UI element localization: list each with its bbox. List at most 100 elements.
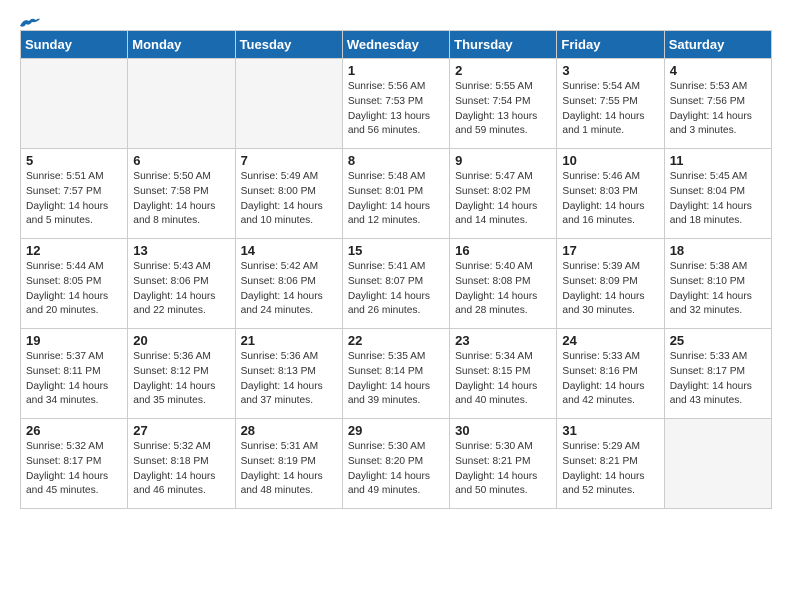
calendar-cell: 9 Sunrise: 5:47 AM Sunset: 8:02 PM Daylig… xyxy=(450,149,557,239)
day-number: 26 xyxy=(26,423,122,438)
day-info: Sunrise: 5:45 AM Sunset: 8:04 PM Dayligh… xyxy=(670,170,766,229)
day-number: 16 xyxy=(455,243,551,258)
calendar-cell: 31 Sunrise: 5:29 AM Sunset: 8:21 PM Dayli… xyxy=(557,419,664,509)
calendar-cell xyxy=(21,59,128,149)
day-number: 25 xyxy=(670,333,766,348)
header-sunday: Sunday xyxy=(21,31,128,59)
calendar-cell: 28 Sunrise: 5:31 AM Sunset: 8:19 PM Dayli… xyxy=(235,419,342,509)
day-info: Sunrise: 5:36 AM Sunset: 8:13 PM Dayligh… xyxy=(241,350,337,409)
calendar-cell: 26 Sunrise: 5:32 AM Sunset: 8:17 PM Dayli… xyxy=(21,419,128,509)
calendar-cell xyxy=(128,59,235,149)
calendar-cell: 8 Sunrise: 5:48 AM Sunset: 8:01 PM Daylig… xyxy=(342,149,449,239)
day-number: 12 xyxy=(26,243,122,258)
calendar-cell: 7 Sunrise: 5:49 AM Sunset: 8:00 PM Daylig… xyxy=(235,149,342,239)
day-info: Sunrise: 5:53 AM Sunset: 7:56 PM Dayligh… xyxy=(670,80,766,139)
day-number: 3 xyxy=(562,63,658,78)
calendar-cell: 23 Sunrise: 5:34 AM Sunset: 8:15 PM Dayli… xyxy=(450,329,557,419)
day-number: 15 xyxy=(348,243,444,258)
day-info: Sunrise: 5:34 AM Sunset: 8:15 PM Dayligh… xyxy=(455,350,551,409)
day-info: Sunrise: 5:32 AM Sunset: 8:18 PM Dayligh… xyxy=(133,440,229,499)
calendar-cell: 29 Sunrise: 5:30 AM Sunset: 8:20 PM Dayli… xyxy=(342,419,449,509)
day-number: 6 xyxy=(133,153,229,168)
day-number: 18 xyxy=(670,243,766,258)
day-info: Sunrise: 5:49 AM Sunset: 8:00 PM Dayligh… xyxy=(241,170,337,229)
calendar-cell: 14 Sunrise: 5:42 AM Sunset: 8:06 PM Dayli… xyxy=(235,239,342,329)
calendar-week-3: 12 Sunrise: 5:44 AM Sunset: 8:05 PM Dayli… xyxy=(21,239,772,329)
day-info: Sunrise: 5:41 AM Sunset: 8:07 PM Dayligh… xyxy=(348,260,444,319)
day-number: 11 xyxy=(670,153,766,168)
day-number: 22 xyxy=(348,333,444,348)
header-friday: Friday xyxy=(557,31,664,59)
calendar-week-2: 5 Sunrise: 5:51 AM Sunset: 7:57 PM Daylig… xyxy=(21,149,772,239)
day-info: Sunrise: 5:38 AM Sunset: 8:10 PM Dayligh… xyxy=(670,260,766,319)
calendar-cell: 6 Sunrise: 5:50 AM Sunset: 7:58 PM Daylig… xyxy=(128,149,235,239)
day-info: Sunrise: 5:44 AM Sunset: 8:05 PM Dayligh… xyxy=(26,260,122,319)
calendar-cell: 15 Sunrise: 5:41 AM Sunset: 8:07 PM Dayli… xyxy=(342,239,449,329)
day-number: 23 xyxy=(455,333,551,348)
calendar-cell xyxy=(235,59,342,149)
calendar-cell: 4Sunrise: 5:53 AM Sunset: 7:56 PM Daylig… xyxy=(664,59,771,149)
calendar-cell: 13 Sunrise: 5:43 AM Sunset: 8:06 PM Dayli… xyxy=(128,239,235,329)
day-info: Sunrise: 5:37 AM Sunset: 8:11 PM Dayligh… xyxy=(26,350,122,409)
day-info: Sunrise: 5:33 AM Sunset: 8:17 PM Dayligh… xyxy=(670,350,766,409)
header-saturday: Saturday xyxy=(664,31,771,59)
day-number: 19 xyxy=(26,333,122,348)
day-info: Sunrise: 5:40 AM Sunset: 8:08 PM Dayligh… xyxy=(455,260,551,319)
header-monday: Monday xyxy=(128,31,235,59)
day-number: 13 xyxy=(133,243,229,258)
header-tuesday: Tuesday xyxy=(235,31,342,59)
day-number: 27 xyxy=(133,423,229,438)
calendar-cell: 20 Sunrise: 5:36 AM Sunset: 8:12 PM Dayli… xyxy=(128,329,235,419)
calendar-week-5: 26 Sunrise: 5:32 AM Sunset: 8:17 PM Dayli… xyxy=(21,419,772,509)
day-info: Sunrise: 5:48 AM Sunset: 8:01 PM Dayligh… xyxy=(348,170,444,229)
day-info: Sunrise: 5:43 AM Sunset: 8:06 PM Dayligh… xyxy=(133,260,229,319)
day-number: 9 xyxy=(455,153,551,168)
day-number: 8 xyxy=(348,153,444,168)
calendar-cell: 10 Sunrise: 5:46 AM Sunset: 8:03 PM Dayli… xyxy=(557,149,664,239)
day-info: Sunrise: 5:54 AM Sunset: 7:55 PM Dayligh… xyxy=(562,80,658,139)
day-info: Sunrise: 5:46 AM Sunset: 8:03 PM Dayligh… xyxy=(562,170,658,229)
day-number: 2 xyxy=(455,63,551,78)
day-info: Sunrise: 5:50 AM Sunset: 7:58 PM Dayligh… xyxy=(133,170,229,229)
day-info: Sunrise: 5:55 AM Sunset: 7:54 PM Dayligh… xyxy=(455,80,551,139)
day-number: 10 xyxy=(562,153,658,168)
calendar-cell: 2 Sunrise: 5:55 AM Sunset: 7:54 PM Daylig… xyxy=(450,59,557,149)
calendar-cell: 21Sunrise: 5:36 AM Sunset: 8:13 PM Dayli… xyxy=(235,329,342,419)
calendar-cell: 24Sunrise: 5:33 AM Sunset: 8:16 PM Dayli… xyxy=(557,329,664,419)
calendar-cell: 3 Sunrise: 5:54 AM Sunset: 7:55 PM Daylig… xyxy=(557,59,664,149)
day-number: 24 xyxy=(562,333,658,348)
day-info: Sunrise: 5:51 AM Sunset: 7:57 PM Dayligh… xyxy=(26,170,122,229)
day-info: Sunrise: 5:30 AM Sunset: 8:20 PM Dayligh… xyxy=(348,440,444,499)
calendar-table: SundayMondayTuesdayWednesdayThursdayFrid… xyxy=(20,30,772,509)
calendar-cell: 25 Sunrise: 5:33 AM Sunset: 8:17 PM Dayli… xyxy=(664,329,771,419)
calendar-cell: 11 Sunrise: 5:45 AM Sunset: 8:04 PM Dayli… xyxy=(664,149,771,239)
calendar-cell: 17Sunrise: 5:39 AM Sunset: 8:09 PM Dayli… xyxy=(557,239,664,329)
calendar-cell: 5 Sunrise: 5:51 AM Sunset: 7:57 PM Daylig… xyxy=(21,149,128,239)
calendar-week-1: 1Sunrise: 5:56 AM Sunset: 7:53 PM Daylig… xyxy=(21,59,772,149)
calendar-header-row: SundayMondayTuesdayWednesdayThursdayFrid… xyxy=(21,31,772,59)
day-number: 1 xyxy=(348,63,444,78)
day-info: Sunrise: 5:36 AM Sunset: 8:12 PM Dayligh… xyxy=(133,350,229,409)
day-number: 31 xyxy=(562,423,658,438)
logo-bird-icon xyxy=(18,16,40,34)
day-info: Sunrise: 5:29 AM Sunset: 8:21 PM Dayligh… xyxy=(562,440,658,499)
calendar-cell: 18 Sunrise: 5:38 AM Sunset: 8:10 PM Dayli… xyxy=(664,239,771,329)
calendar-cell: 19 Sunrise: 5:37 AM Sunset: 8:11 PM Dayli… xyxy=(21,329,128,419)
day-number: 30 xyxy=(455,423,551,438)
day-number: 5 xyxy=(26,153,122,168)
day-number: 29 xyxy=(348,423,444,438)
header-thursday: Thursday xyxy=(450,31,557,59)
day-info: Sunrise: 5:47 AM Sunset: 8:02 PM Dayligh… xyxy=(455,170,551,229)
calendar-cell: 1Sunrise: 5:56 AM Sunset: 7:53 PM Daylig… xyxy=(342,59,449,149)
day-number: 7 xyxy=(241,153,337,168)
calendar-week-4: 19 Sunrise: 5:37 AM Sunset: 8:11 PM Dayli… xyxy=(21,329,772,419)
day-info: Sunrise: 5:42 AM Sunset: 8:06 PM Dayligh… xyxy=(241,260,337,319)
day-info: Sunrise: 5:32 AM Sunset: 8:17 PM Dayligh… xyxy=(26,440,122,499)
calendar-cell: 22Sunrise: 5:35 AM Sunset: 8:14 PM Dayli… xyxy=(342,329,449,419)
calendar-cell: 30 Sunrise: 5:30 AM Sunset: 8:21 PM Dayli… xyxy=(450,419,557,509)
day-number: 14 xyxy=(241,243,337,258)
day-info: Sunrise: 5:31 AM Sunset: 8:19 PM Dayligh… xyxy=(241,440,337,499)
day-number: 28 xyxy=(241,423,337,438)
day-number: 20 xyxy=(133,333,229,348)
day-info: Sunrise: 5:30 AM Sunset: 8:21 PM Dayligh… xyxy=(455,440,551,499)
